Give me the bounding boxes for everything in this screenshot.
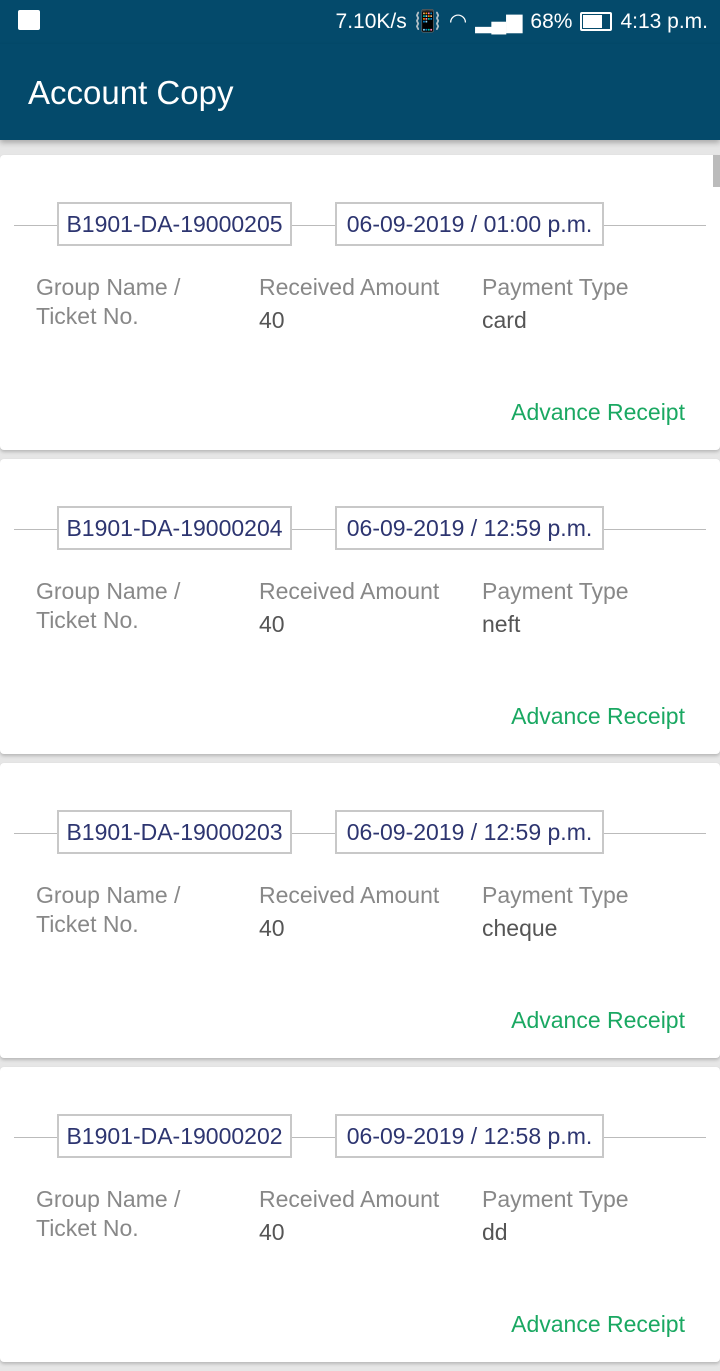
receipt-card[interactable]: B1901-DA-19000205 06-09-2019 / 01:00 p.m… [0,155,720,450]
group-label: Group Name / Ticket No. [36,578,181,633]
receipt-number: B1901-DA-19000203 [57,810,292,854]
group-label: Group Name / Ticket No. [36,1186,181,1241]
payment-type-value: cheque [482,915,558,941]
receipt-card[interactable]: B1901-DA-19000203 06-09-2019 / 12:59 p.m… [0,763,720,1058]
receipt-card[interactable]: B1901-DA-19000202 06-09-2019 / 12:58 p.m… [0,1067,720,1362]
image-icon [18,10,40,30]
network-speed: 7.10K/s [335,9,407,33]
advance-receipt-link[interactable]: Advance Receipt [511,399,685,426]
clock: 4:13 p.m. [620,9,708,33]
payment-type-label: Payment Type [482,274,629,300]
amount-value: 40 [259,611,285,637]
page-title: Account Copy [28,74,234,111]
amount-value: 40 [259,1219,285,1245]
payment-type-label: Payment Type [482,882,629,908]
receipt-number: B1901-DA-19000202 [57,1114,292,1158]
status-bar: 7.10K/s 📳 ◠ ▂▄▆ 68% 4:13 p.m. [0,0,720,44]
advance-receipt-link[interactable]: Advance Receipt [511,1007,685,1034]
payment-type-label: Payment Type [482,578,629,604]
receipt-number: B1901-DA-19000205 [57,202,292,246]
group-label: Group Name / Ticket No. [36,274,181,329]
amount-value: 40 [259,915,285,941]
receipt-list: B1901-DA-19000205 06-09-2019 / 01:00 p.m… [0,155,720,1371]
app-bar: Account Copy [0,44,720,140]
amount-label: Received Amount [259,578,440,604]
receipt-datetime: 06-09-2019 / 12:59 p.m. [335,810,604,854]
advance-receipt-link[interactable]: Advance Receipt [511,703,685,730]
amount-label: Received Amount [259,274,440,300]
receipt-datetime: 06-09-2019 / 12:59 p.m. [335,506,604,550]
vibrate-icon: 📳 [414,9,441,33]
amount-label: Received Amount [259,882,440,908]
advance-receipt-link[interactable]: Advance Receipt [511,1311,685,1338]
receipt-datetime: 06-09-2019 / 01:00 p.m. [335,202,604,246]
wifi-icon: ◠ [448,10,468,33]
payment-type-value: card [482,307,527,333]
amount-value: 40 [259,307,285,333]
receipt-datetime: 06-09-2019 / 12:58 p.m. [335,1114,604,1158]
receipt-number: B1901-DA-19000204 [57,506,292,550]
signal-icon: ▂▄▆ [475,10,523,33]
scrollbar[interactable] [713,155,720,187]
battery-percent: 68% [530,9,573,33]
payment-type-value: dd [482,1219,508,1245]
payment-type-value: neft [482,611,521,637]
payment-type-label: Payment Type [482,1186,629,1212]
receipt-card[interactable]: B1901-DA-19000204 06-09-2019 / 12:59 p.m… [0,459,720,754]
group-label: Group Name / Ticket No. [36,882,181,937]
amount-label: Received Amount [259,1186,440,1212]
battery-icon [580,12,613,31]
